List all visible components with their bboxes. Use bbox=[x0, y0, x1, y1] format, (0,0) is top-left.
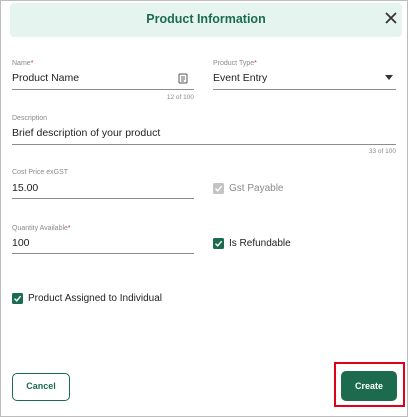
cost-price-input[interactable]: 15.00 bbox=[12, 182, 38, 194]
quantity-input[interactable]: 100 bbox=[12, 237, 30, 249]
description-label: Description bbox=[12, 115, 48, 122]
product-assigned-label: Product Assigned to Individual bbox=[28, 293, 162, 304]
description-counter: 33 of 100 bbox=[368, 148, 396, 155]
create-button[interactable]: Create bbox=[341, 371, 397, 401]
quantity-label: Quantity Available* bbox=[12, 225, 71, 232]
description-input[interactable]: Brief description of your product bbox=[12, 127, 160, 139]
close-icon bbox=[385, 12, 397, 24]
name-label: Name* bbox=[12, 60, 33, 67]
name-required-mark: * bbox=[30, 60, 34, 67]
product-type-select[interactable]: Event Entry bbox=[213, 72, 267, 84]
dropdown-arrow-icon[interactable] bbox=[385, 75, 393, 81]
product-assigned-checkbox[interactable] bbox=[12, 293, 23, 304]
quantity-underline bbox=[12, 253, 194, 254]
checkmark-icon bbox=[215, 185, 223, 192]
name-label-text: Name bbox=[12, 60, 31, 67]
product-type-label-text: Product Type bbox=[213, 60, 255, 67]
cost-price-underline bbox=[12, 198, 194, 199]
dialog-title: Product Information bbox=[146, 12, 266, 26]
name-counter: 12 of 100 bbox=[166, 94, 194, 101]
close-button[interactable] bbox=[382, 9, 400, 27]
name-underline bbox=[12, 89, 194, 90]
quantity-label-text: Quantity Available bbox=[12, 225, 68, 232]
description-underline bbox=[12, 144, 396, 145]
product-dialog: Product Information Name* Product Name 1… bbox=[0, 0, 408, 417]
product-type-required-mark: * bbox=[254, 60, 257, 67]
cost-price-label: Cost Price exGST bbox=[12, 169, 69, 176]
is-refundable-label: Is Refundable bbox=[229, 238, 291, 249]
product-type-underline bbox=[213, 89, 396, 90]
is-refundable-checkbox[interactable] bbox=[213, 238, 224, 249]
gst-payable-checkbox[interactable] bbox=[213, 183, 224, 194]
text-field-icon bbox=[178, 73, 188, 84]
name-input[interactable]: Product Name bbox=[12, 72, 79, 84]
checkmark-icon bbox=[215, 240, 223, 247]
checkmark-icon bbox=[14, 295, 22, 302]
gst-payable-label: Gst Payable bbox=[229, 183, 284, 194]
quantity-required-mark: * bbox=[67, 225, 71, 232]
cancel-button[interactable]: Cancel bbox=[12, 373, 70, 401]
dialog-header: Product Information bbox=[10, 3, 402, 37]
product-type-label: Product Type* bbox=[213, 60, 257, 67]
